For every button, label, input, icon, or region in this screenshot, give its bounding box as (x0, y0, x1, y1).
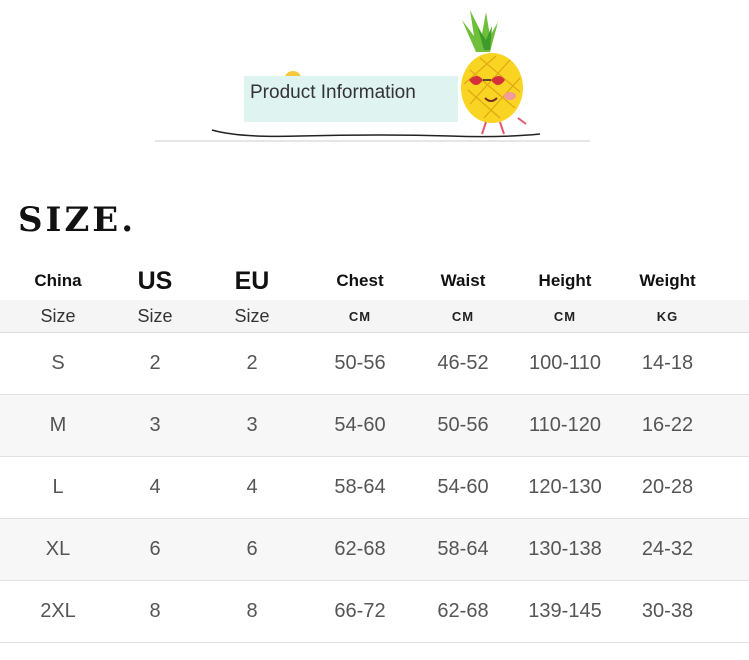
table-row: XL 6 6 62-68 58-64 130-138 24-32 (0, 519, 749, 581)
cell-waist: 50-56 (437, 414, 489, 436)
cell-chest: 62-68 (334, 538, 386, 560)
cell-china-size: M (49, 414, 67, 436)
cell-weight: 14-18 (641, 352, 694, 374)
table-subheader-row: Size Size Size CM CM CM KG (0, 300, 749, 333)
cell-china-size: XL (45, 538, 71, 560)
subheader-height-unit: CM (553, 308, 577, 324)
cell-us-size: 8 (149, 600, 161, 622)
subheader-us: Size (137, 305, 173, 326)
subheader-eu: Size (234, 305, 270, 326)
cell-chest: 54-60 (334, 414, 386, 436)
cell-us-size: 4 (149, 476, 161, 498)
cell-chest: 58-64 (334, 476, 386, 498)
cell-height: 130-138 (528, 538, 602, 560)
cell-eu-size: 2 (246, 352, 258, 374)
size-chart-table: China US EU Chest Waist Height Weight Si… (0, 262, 749, 643)
table-header-row: China US EU Chest Waist Height Weight (0, 262, 749, 300)
size-title-text: SIZE (18, 200, 122, 240)
header-us: US (137, 266, 173, 295)
cell-weight: 20-28 (641, 476, 694, 498)
cell-china-size: S (51, 352, 65, 374)
cell-eu-size: 6 (246, 538, 258, 560)
cell-china-size: L (52, 476, 64, 498)
cell-chest: 66-72 (334, 600, 386, 622)
product-info-banner: Product Information (0, 0, 749, 160)
cell-weight: 16-22 (641, 414, 694, 436)
cell-waist: 46-52 (437, 352, 489, 374)
table-row: S 2 2 50-56 46-52 100-110 14-18 (0, 333, 749, 395)
cell-us-size: 6 (149, 538, 161, 560)
cell-height: 120-130 (528, 476, 602, 498)
subheader-waist-unit: CM (451, 308, 475, 324)
header-eu: EU (234, 266, 270, 295)
cell-height: 110-120 (529, 414, 601, 436)
cell-eu-size: 3 (246, 414, 258, 436)
cell-us-size: 2 (149, 352, 161, 374)
header-chest: Chest (336, 271, 384, 290)
table-row: 2XL 8 8 66-72 62-68 139-145 30-38 (0, 581, 749, 643)
cell-waist: 62-68 (437, 600, 489, 622)
header-waist: Waist (440, 271, 486, 290)
cell-height: 100-110 (529, 352, 601, 374)
subheader-weight-unit: KG (656, 308, 679, 324)
header-china: China (34, 271, 82, 290)
cell-waist: 54-60 (437, 476, 489, 498)
cell-china-size: 2XL (40, 600, 76, 622)
subheader-chest-unit: CM (348, 308, 372, 324)
cell-height: 139-145 (528, 600, 602, 622)
subheader-china: Size (40, 305, 76, 326)
cell-waist: 58-64 (437, 538, 489, 560)
cell-eu-size: 8 (246, 600, 258, 622)
cell-chest: 50-56 (334, 352, 386, 374)
pineapple-mascot-icon (461, 10, 527, 135)
header-weight: Weight (639, 271, 696, 290)
table-row: M 3 3 54-60 50-56 110-120 16-22 (0, 395, 749, 457)
cell-eu-size: 4 (246, 476, 258, 498)
product-info-label: Product Information (244, 76, 458, 122)
cell-weight: 30-38 (641, 600, 694, 622)
size-title: SIZE. (18, 200, 136, 240)
cell-us-size: 3 (149, 414, 161, 436)
cell-weight: 24-32 (641, 538, 694, 560)
header-height: Height (538, 271, 592, 290)
title-dot: . (121, 200, 137, 240)
table-row: L 4 4 58-64 54-60 120-130 20-28 (0, 457, 749, 519)
